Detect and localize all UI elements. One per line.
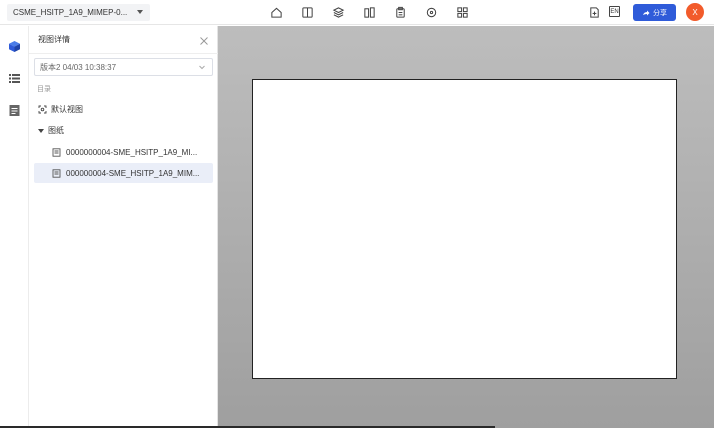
drawing-viewer[interactable] bbox=[218, 26, 714, 428]
drawings-group-label: 图纸 bbox=[48, 126, 64, 135]
home-icon[interactable] bbox=[269, 5, 283, 19]
sheet-icon bbox=[52, 168, 61, 178]
language-label: EN bbox=[610, 8, 619, 15]
language-toggle[interactable]: EN bbox=[609, 6, 620, 17]
file-name: CSME_HSITP_1A9_MIMEP-0... bbox=[13, 8, 128, 17]
caret-down-icon bbox=[137, 10, 143, 14]
catalog-label: 目录 bbox=[37, 86, 51, 93]
viewpoint-icon bbox=[38, 105, 47, 114]
default-view-item[interactable]: 默认视图 bbox=[38, 104, 83, 115]
model-icon[interactable] bbox=[331, 5, 345, 19]
layers-icon[interactable] bbox=[455, 5, 469, 19]
file-selector[interactable]: CSME_HSITP_1A9_MIMEP-0... bbox=[7, 4, 150, 21]
share-arrow-icon bbox=[643, 10, 650, 15]
close-icon[interactable] bbox=[199, 33, 209, 45]
share-label: 分享 bbox=[653, 9, 667, 17]
expand-triangle-icon bbox=[38, 128, 44, 133]
drawing-sheet[interactable] bbox=[252, 79, 677, 379]
share-button[interactable]: 分享 bbox=[633, 4, 676, 21]
left-icon-rail bbox=[0, 26, 29, 428]
divider bbox=[29, 53, 218, 54]
sheet-item[interactable]: 0000000004-SME_HSITP_1A9_MI... bbox=[34, 142, 213, 162]
document-icon[interactable] bbox=[8, 104, 21, 117]
split-view-icon[interactable] bbox=[300, 5, 314, 19]
panel-title: 视图详情 bbox=[38, 35, 70, 44]
version-value: 版本2 04/03 10:38:37 bbox=[40, 62, 117, 72]
cube-icon[interactable] bbox=[8, 40, 21, 53]
user-avatar[interactable]: X bbox=[686, 3, 704, 21]
list-icon[interactable] bbox=[8, 72, 21, 85]
sheet-icon bbox=[52, 147, 61, 157]
drawings-group[interactable]: 图纸 bbox=[38, 125, 64, 136]
version-select[interactable]: 版本2 04/03 10:38:37 bbox=[34, 58, 213, 76]
clipboard-icon[interactable] bbox=[393, 5, 407, 19]
export-document-icon[interactable] bbox=[587, 5, 601, 19]
compare-icon[interactable] bbox=[362, 5, 376, 19]
chevron-down-icon bbox=[199, 65, 205, 70]
sheet-label: 000000004-SME_HSITP_1A9_MIM... bbox=[66, 168, 200, 178]
avatar-initial: X bbox=[692, 7, 698, 17]
view-details-panel: 视图详情 版本2 04/03 10:38:37 目录 默认视图 图纸 00000… bbox=[29, 26, 218, 428]
default-view-label: 默认视图 bbox=[51, 105, 83, 114]
top-toolbar: CSME_HSITP_1A9_MIMEP-0... EN 分享 X bbox=[0, 0, 714, 25]
sheet-item-selected[interactable]: 000000004-SME_HSITP_1A9_MIM... bbox=[34, 163, 213, 183]
sheet-label: 0000000004-SME_HSITP_1A9_MI... bbox=[66, 147, 198, 157]
measure-icon[interactable] bbox=[424, 5, 438, 19]
